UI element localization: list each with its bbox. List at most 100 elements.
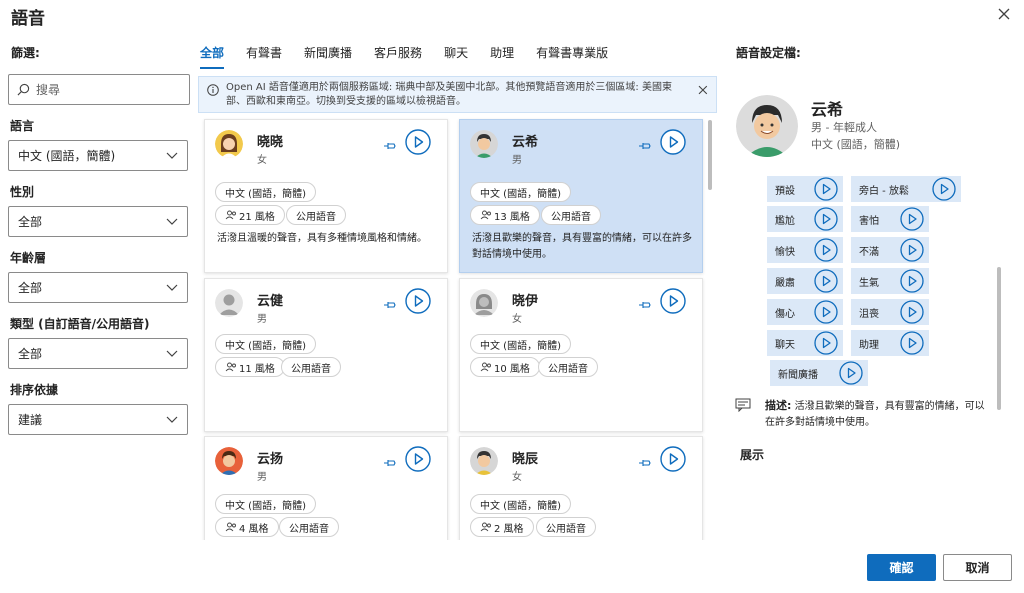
pin-icon[interactable]	[383, 299, 397, 311]
tab-customer-service[interactable]: 客戶服務	[374, 44, 422, 69]
voice-name: 晓晓	[257, 135, 284, 150]
age-value: 全部	[18, 281, 43, 295]
locale-chip: 中文 (國語，簡體)	[470, 334, 571, 354]
gender-select[interactable]: 全部	[8, 206, 188, 237]
style-button-fearful[interactable]: 害怕	[851, 206, 929, 232]
voice-gender: 女	[512, 472, 522, 483]
tab-news[interactable]: 新聞廣播	[304, 44, 352, 69]
type-chip: 公用語音	[536, 517, 596, 537]
play-icon[interactable]	[660, 288, 686, 314]
play-icon	[900, 207, 924, 231]
locale-chip: 中文 (國語，簡體)	[215, 334, 316, 354]
play-icon	[814, 207, 838, 231]
voice-card-yunjian[interactable]: 云健 男 中文 (國語，簡體) 11 風格 公用語音	[204, 278, 448, 432]
language-select[interactable]: 中文 (國語，簡體)	[8, 140, 188, 171]
locale-chip: 中文 (國語，簡體)	[470, 182, 571, 202]
tab-assistant[interactable]: 助理	[490, 44, 514, 69]
styles-chip: 21 風格	[215, 205, 285, 225]
avatar	[470, 130, 498, 158]
search-box[interactable]	[8, 74, 190, 105]
voice-card-yunxi[interactable]: 云希 男 中文 (國語，簡體) 13 風格 公用語音 活潑且歡樂的聲音，具有豐富…	[459, 119, 703, 273]
voice-card-xiaoxiao[interactable]: 晓晓 女 中文 (國語，簡體) 21 風格 公用語音 活潑且溫暖的聲音，具有多種…	[204, 119, 448, 273]
voice-gender: 男	[257, 472, 267, 483]
info-banner: Open AI 語音僅適用於兩個服務區域: 瑞典中部及美國中北部。其他預覽語音適…	[198, 76, 717, 113]
style-button-disgruntled[interactable]: 不滿	[851, 237, 929, 263]
voice-description: 活潑且溫暖的聲音，具有多種情境風格和情緒。	[217, 233, 427, 244]
type-chip: 公用語音	[281, 357, 341, 377]
pin-icon[interactable]	[383, 140, 397, 152]
voice-gender: 女	[257, 155, 267, 166]
style-button-serious[interactable]: 嚴肅	[767, 268, 843, 294]
profile-scrollbar[interactable]	[997, 267, 1001, 410]
people-icon	[225, 522, 236, 532]
confirm-button[interactable]: 確認	[867, 554, 936, 581]
style-button-narration-relaxed[interactable]: 旁白 - 放鬆	[851, 176, 961, 202]
voice-card-xiaochen[interactable]: 晓辰 女 中文 (國語，簡體) 2 風格 公用語音	[459, 436, 703, 540]
locale-chip: 中文 (國語，簡體)	[470, 494, 571, 514]
play-icon[interactable]	[405, 288, 431, 314]
cancel-button[interactable]: 取消	[943, 554, 1012, 581]
style-button-angry[interactable]: 生氣	[851, 268, 929, 294]
style-button-assistant[interactable]: 助理	[851, 330, 929, 356]
dismiss-icon[interactable]	[698, 85, 708, 95]
pin-icon[interactable]	[638, 140, 652, 152]
style-button-sad[interactable]: 傷心	[767, 299, 843, 325]
style-button-newscast[interactable]: 新聞廣播	[770, 360, 868, 386]
chevron-down-icon	[166, 350, 178, 357]
description-text: 活潑且歡樂的聲音，具有豐富的情緒，可以在許多對話情境中使用。	[765, 401, 985, 428]
tab-all[interactable]: 全部	[200, 44, 225, 69]
play-icon	[814, 238, 838, 262]
sort-select[interactable]: 建議	[8, 404, 188, 435]
style-button-embarrassed[interactable]: 尷尬	[767, 206, 843, 232]
type-label: 類型 (自訂語音/公用語音)	[10, 317, 150, 331]
tab-audiobook-pro[interactable]: 有聲書專業版	[536, 44, 608, 69]
pin-icon[interactable]	[383, 457, 397, 469]
description-icon	[735, 398, 751, 412]
age-label: 年齡層	[10, 251, 47, 265]
sort-label: 排序依據	[10, 383, 59, 397]
tab-chat[interactable]: 聊天	[444, 44, 468, 69]
type-select[interactable]: 全部	[8, 338, 188, 369]
search-input[interactable]	[36, 82, 176, 97]
type-chip: 公用語音	[541, 205, 601, 225]
voice-gender: 男	[257, 314, 267, 325]
pin-icon[interactable]	[638, 457, 652, 469]
close-icon[interactable]	[996, 6, 1012, 22]
language-label: 語言	[10, 119, 35, 133]
style-button-chat[interactable]: 聊天	[767, 330, 843, 356]
tab-audiobook[interactable]: 有聲書	[246, 44, 282, 69]
profile-name: 云希	[811, 100, 844, 119]
type-chip: 公用語音	[279, 517, 339, 537]
voice-gender: 女	[512, 314, 522, 325]
avatar	[215, 130, 243, 158]
locale-chip: 中文 (國語，簡體)	[215, 494, 316, 514]
avatar	[470, 447, 498, 475]
avatar	[215, 289, 243, 317]
style-button-default[interactable]: 預設	[767, 176, 843, 202]
age-select[interactable]: 全部	[8, 272, 188, 303]
profile-description: 描述: 活潑且歡樂的聲音，具有豐富的情緒，可以在許多對話情境中使用。	[765, 398, 987, 431]
people-icon	[225, 362, 236, 372]
dialog-title: 語音	[11, 9, 45, 29]
play-icon[interactable]	[660, 446, 686, 472]
profile-gender-age: 男 - 年輕成人	[811, 121, 877, 134]
category-tabs: 全部 有聲書 新聞廣播 客戶服務 聊天 助理 有聲書專業版	[200, 44, 630, 69]
people-icon	[480, 210, 491, 220]
filter-panel: 篩選: 語言 中文 (國語，簡體) 性別 全部 年齡層 全部 類型 (自訂語音/…	[8, 38, 190, 435]
play-icon[interactable]	[660, 129, 686, 155]
voice-description: 活潑且歡樂的聲音，具有豐富的情緒，可以在許多對話情境中使用。	[472, 233, 692, 260]
avatar	[215, 447, 243, 475]
style-button-cheerful[interactable]: 愉快	[767, 237, 843, 263]
play-icon[interactable]	[405, 446, 431, 472]
pin-icon[interactable]	[638, 299, 652, 311]
chevron-down-icon	[166, 152, 178, 159]
voice-card-yunyang[interactable]: 云扬 男 中文 (國語，簡體) 4 風格 公用語音	[204, 436, 448, 540]
voice-card-xiaoyi[interactable]: 晓伊 女 中文 (國語，簡體) 10 風格 公用語音	[459, 278, 703, 432]
voice-name: 云扬	[257, 452, 284, 467]
style-button-depressed[interactable]: 沮喪	[851, 299, 929, 325]
voice-grid-scrollbar[interactable]	[708, 120, 712, 190]
styles-chip: 13 風格	[470, 205, 540, 225]
play-icon[interactable]	[405, 129, 431, 155]
gender-label: 性別	[10, 185, 35, 199]
play-icon	[814, 177, 838, 201]
